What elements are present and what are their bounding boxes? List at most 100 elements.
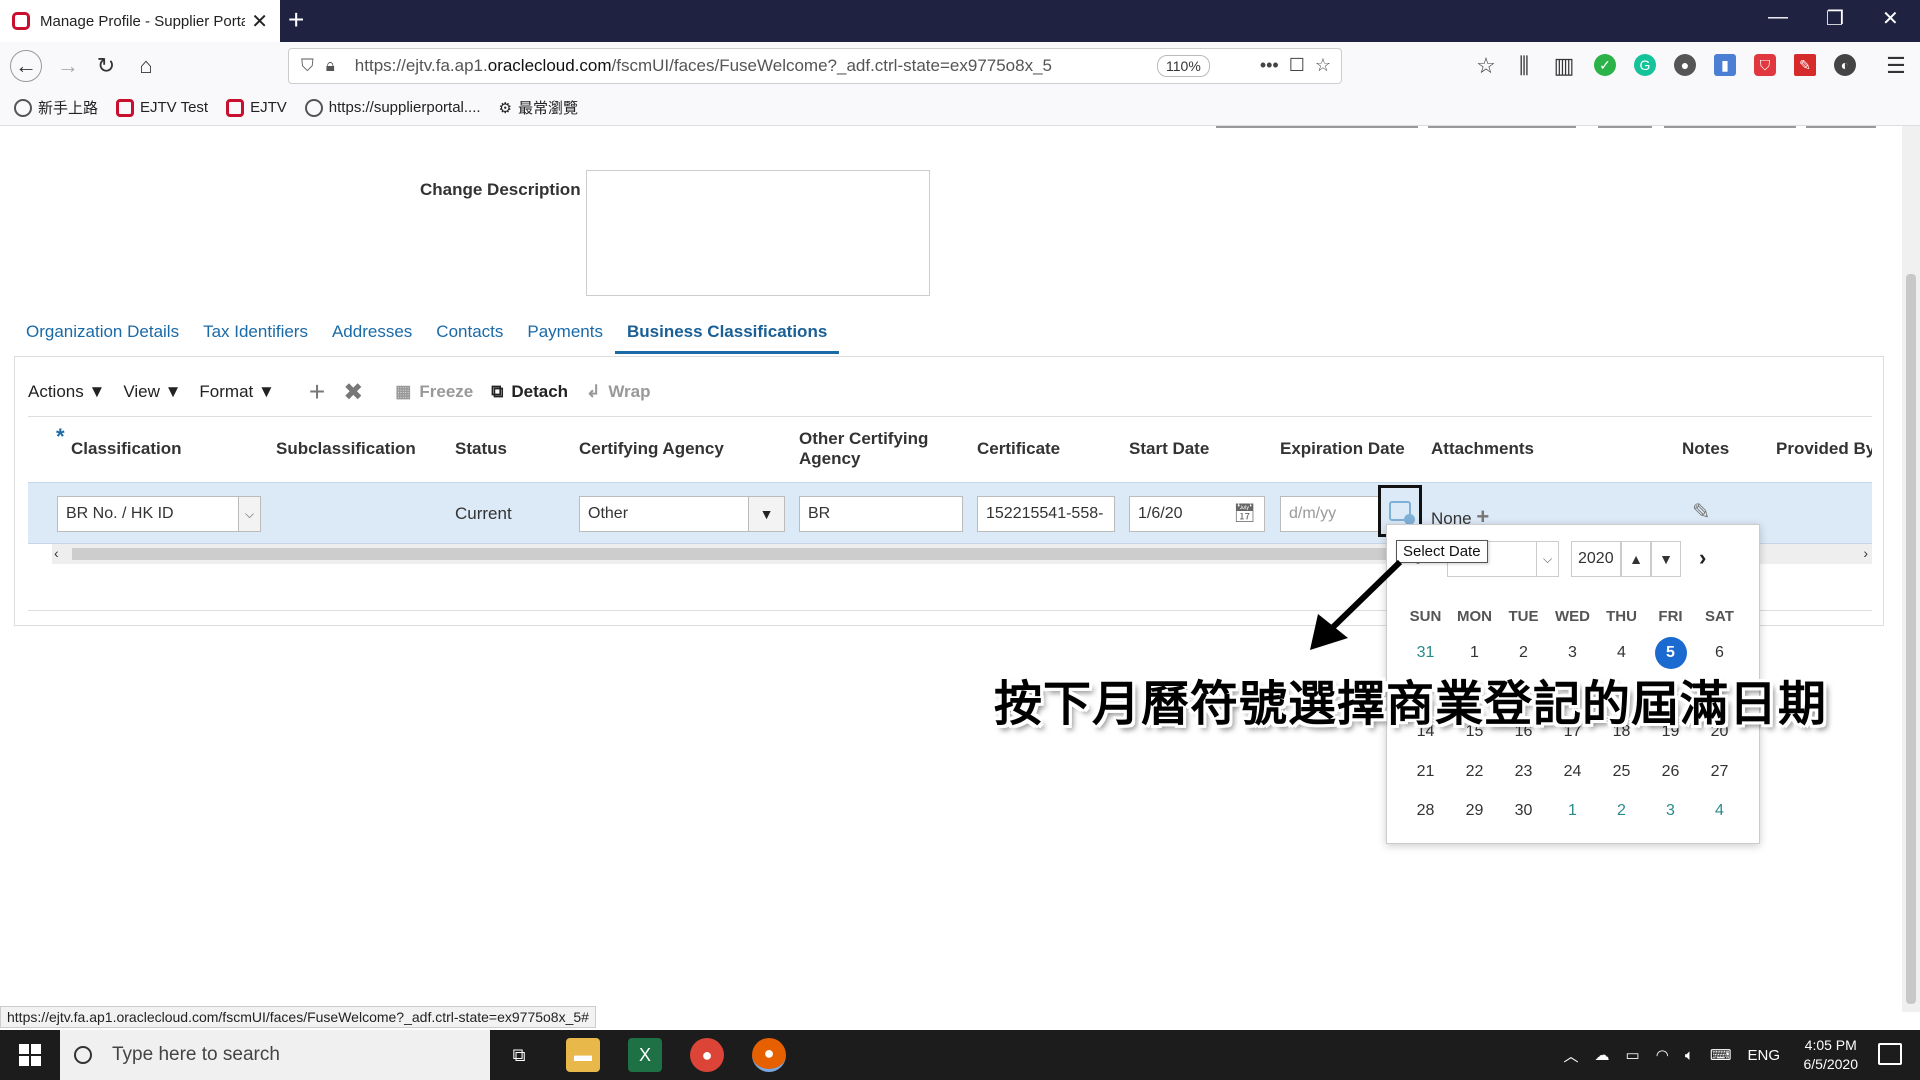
tab-business-classifications[interactable]: Business Classifications bbox=[614, 314, 840, 354]
calendar-day[interactable]: 26 bbox=[1646, 752, 1695, 792]
notes-icon[interactable]: ✎ bbox=[1692, 499, 1710, 525]
cloud-icon[interactable]: ☁ bbox=[1595, 1046, 1610, 1064]
battery-icon[interactable]: ▭ bbox=[1626, 1046, 1640, 1064]
certifying-agency-select[interactable]: Other ▼ bbox=[579, 496, 785, 532]
task-view-icon[interactable]: ⧉ bbox=[502, 1038, 536, 1072]
url-bar[interactable]: ⛉ 🔒︎ https://ejtv.fa.ap1. oraclecloud.com… bbox=[288, 48, 1342, 84]
calendar-day[interactable]: 25 bbox=[1597, 752, 1646, 792]
certificate-input[interactable]: 152215541-558- bbox=[977, 496, 1115, 532]
scroll-left-icon[interactable]: ‹ bbox=[54, 545, 59, 561]
chrome-icon[interactable]: ● bbox=[690, 1038, 724, 1072]
close-window-icon[interactable]: ✕ bbox=[1882, 6, 1899, 31]
calendar-day[interactable]: 1 bbox=[1548, 791, 1597, 831]
tab-payments[interactable]: Payments bbox=[527, 314, 603, 354]
taskbar-search[interactable]: Type here to search bbox=[60, 1030, 490, 1080]
scroll-right-icon[interactable]: › bbox=[1863, 545, 1868, 561]
language-indicator[interactable]: ENG bbox=[1747, 1047, 1780, 1064]
account-icon[interactable]: ● bbox=[1674, 54, 1696, 76]
bookmark-item[interactable]: EJTV Test bbox=[116, 98, 208, 117]
calendar-day[interactable]: 21 bbox=[1401, 752, 1450, 792]
keyboard-icon[interactable]: ⌨ bbox=[1710, 1046, 1732, 1064]
chevron-down-icon[interactable]: ⌵ bbox=[238, 497, 260, 531]
volume-icon[interactable]: 🔈︎ bbox=[1685, 1047, 1694, 1064]
calendar-icon[interactable]: 📅︎ bbox=[1233, 503, 1256, 524]
change-description-textarea[interactable] bbox=[586, 170, 930, 296]
chevron-up-icon[interactable]: ︿ bbox=[1564, 1045, 1579, 1066]
calendar-day[interactable]: 2 bbox=[1597, 791, 1646, 831]
col-status[interactable]: Status bbox=[455, 439, 507, 459]
calendar-day[interactable]: 4 bbox=[1695, 791, 1744, 831]
file-explorer-icon[interactable]: ▬ bbox=[566, 1038, 600, 1072]
calendar-day[interactable]: 27 bbox=[1695, 752, 1744, 792]
calendar-day[interactable]: 23 bbox=[1499, 752, 1548, 792]
start-button[interactable] bbox=[0, 1030, 60, 1080]
home-icon[interactable]: ⌂ bbox=[130, 50, 162, 82]
actions-menu[interactable]: Actions ▼ bbox=[28, 382, 105, 402]
year-input[interactable]: 2020 bbox=[1571, 541, 1621, 577]
col-other-certifying-agency[interactable]: Other Certifying Agency bbox=[799, 429, 928, 469]
wifi-icon[interactable]: ◠ bbox=[1656, 1046, 1669, 1064]
tab-organization-details[interactable]: Organization Details bbox=[26, 314, 179, 354]
calendar-day[interactable]: 22 bbox=[1450, 752, 1499, 792]
expiration-date-input[interactable]: d/m/yy bbox=[1280, 496, 1380, 532]
reload-icon[interactable]: ↻ bbox=[90, 50, 122, 82]
excel-icon[interactable]: X bbox=[628, 1038, 662, 1072]
clock[interactable]: 4:05 PM 6/5/2020 bbox=[1804, 1036, 1859, 1074]
tab-addresses[interactable]: Addresses bbox=[332, 314, 412, 354]
col-expiration-date[interactable]: Expiration Date bbox=[1280, 439, 1405, 459]
chevron-down-icon[interactable]: ⌵ bbox=[1536, 542, 1558, 576]
year-up-icon[interactable]: ▲ bbox=[1621, 541, 1651, 577]
next-month-icon[interactable]: › bbox=[1699, 545, 1706, 571]
firefox-icon[interactable]: ● bbox=[752, 1038, 786, 1072]
col-notes[interactable]: Notes bbox=[1682, 439, 1729, 459]
col-provided-by[interactable]: Provided By bbox=[1776, 439, 1872, 459]
bookmark-item[interactable]: 新手上路 bbox=[14, 97, 98, 118]
freeze-button[interactable]: ▦ Freeze bbox=[395, 382, 473, 402]
pdf-ext-icon[interactable]: ✎ bbox=[1794, 54, 1816, 76]
bookmark-item[interactable]: ⚙ 最常瀏覽 bbox=[499, 97, 578, 118]
zoom-level[interactable]: 110% bbox=[1157, 55, 1210, 77]
format-menu[interactable]: Format ▼ bbox=[199, 382, 274, 402]
minimize-icon[interactable]: — bbox=[1768, 6, 1788, 29]
close-tab-icon[interactable]: ✕ bbox=[251, 9, 268, 34]
ext-misc-icon[interactable]: ◐ bbox=[1834, 54, 1856, 76]
grammarly-icon[interactable]: G bbox=[1634, 54, 1656, 76]
bookmark-star-icon[interactable]: ☆ bbox=[1470, 50, 1502, 82]
restore-icon[interactable]: ❐ bbox=[1826, 6, 1844, 31]
new-tab-icon[interactable]: + bbox=[288, 4, 304, 36]
calendar-day[interactable]: 28 bbox=[1401, 791, 1450, 831]
page-actions[interactable]: ••• ☐ ☆ bbox=[1260, 55, 1331, 76]
vertical-scrollbar[interactable] bbox=[1902, 126, 1920, 1012]
extension-check-icon[interactable]: ✓ bbox=[1594, 54, 1616, 76]
library-icon[interactable]: ⫼ bbox=[1508, 50, 1540, 82]
col-attachments[interactable]: Attachments bbox=[1431, 439, 1534, 459]
view-menu[interactable]: View ▼ bbox=[123, 382, 181, 402]
tab-tax-identifiers[interactable]: Tax Identifiers bbox=[203, 314, 308, 354]
bookmark-ext-icon[interactable]: ▮ bbox=[1714, 54, 1736, 76]
menu-icon[interactable]: ☰ bbox=[1880, 50, 1912, 82]
calendar-day[interactable]: 3 bbox=[1646, 791, 1695, 831]
delete-row-icon[interactable]: ✖ bbox=[343, 378, 363, 407]
back-icon[interactable]: ← bbox=[10, 50, 42, 82]
sidebar-icon[interactable]: ▥ bbox=[1548, 50, 1580, 82]
col-subclassification[interactable]: Subclassification bbox=[276, 439, 416, 459]
notification-icon[interactable] bbox=[1878, 1043, 1902, 1065]
wrap-button[interactable]: ↲ Wrap bbox=[586, 382, 650, 402]
calendar-day[interactable]: 29 bbox=[1450, 791, 1499, 831]
browser-tab[interactable]: Manage Profile - Supplier Portal ✕ bbox=[0, 0, 280, 42]
calendar-day[interactable]: 24 bbox=[1548, 752, 1597, 792]
bookmark-item[interactable]: EJTV bbox=[226, 98, 287, 117]
bookmark-item[interactable]: https://supplierportal.... bbox=[304, 98, 481, 117]
col-start-date[interactable]: Start Date bbox=[1129, 439, 1209, 459]
start-date-input[interactable]: 1/6/20 📅︎ bbox=[1129, 496, 1265, 532]
forward-icon[interactable]: → bbox=[52, 50, 84, 82]
col-classification[interactable]: Classification bbox=[71, 439, 182, 459]
add-row-icon[interactable]: + bbox=[309, 376, 325, 408]
col-certifying-agency[interactable]: Certifying Agency bbox=[579, 439, 724, 459]
other-certifying-agency-input[interactable]: BR bbox=[799, 496, 963, 532]
year-down-icon[interactable]: ▼ bbox=[1651, 541, 1681, 577]
dropdown-arrow-icon[interactable]: ▼ bbox=[748, 497, 784, 531]
tab-contacts[interactable]: Contacts bbox=[436, 314, 503, 354]
detach-button[interactable]: ⧉ Detach bbox=[491, 382, 568, 402]
classification-select[interactable]: BR No. / HK ID ⌵ bbox=[57, 496, 261, 532]
